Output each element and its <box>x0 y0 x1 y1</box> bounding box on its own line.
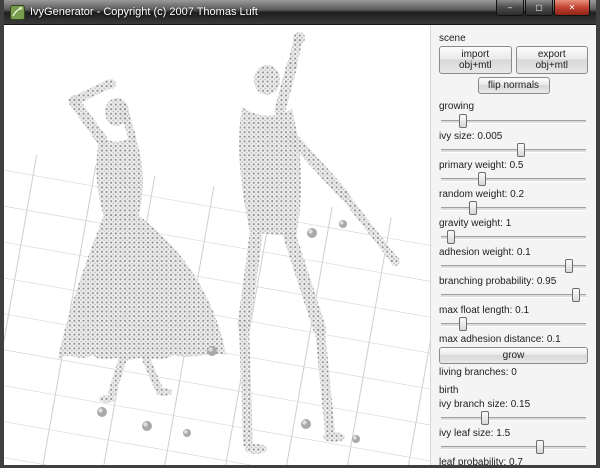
ivy-size-row: ivy size: 0.005 <box>439 131 588 157</box>
max-float-length-slider[interactable] <box>441 317 586 331</box>
growing-slider-handle[interactable] <box>458 114 467 128</box>
growing-slider[interactable] <box>441 114 586 128</box>
slider-groove <box>441 417 586 421</box>
leaf-probability-row: leaf probability: 0.7 <box>439 457 588 465</box>
gravity-weight-row: gravity weight: 1 <box>439 218 588 244</box>
maximize-button[interactable]: ▢ <box>525 0 553 16</box>
birth-label: birth <box>439 385 459 396</box>
viewport-canvas[interactable] <box>4 25 430 465</box>
window-controls: – ▢ ✕ <box>496 0 590 16</box>
adhesion-weight-slider-handle[interactable] <box>564 259 573 273</box>
branching-probability-label: branching probability: 0.95 <box>439 276 557 287</box>
adhesion-weight-slider[interactable] <box>441 259 586 273</box>
import-obj-mtl-button[interactable]: import obj+mtl <box>439 46 512 74</box>
adhesion-weight-row: adhesion weight: 0.1 <box>439 247 588 273</box>
adhesion-weight-label: adhesion weight: 0.1 <box>439 247 531 258</box>
gravity-weight-slider-handle[interactable] <box>447 230 456 244</box>
max-float-length-row: max float length: 0.1 <box>439 305 588 331</box>
viewport-3d[interactable] <box>4 25 430 465</box>
primary-weight-row: primary weight: 0.5 <box>439 160 588 186</box>
ivy-size-label: ivy size: 0.005 <box>439 131 503 142</box>
control-panel: scene import obj+mtl export obj+mtl flip… <box>430 25 596 465</box>
export-obj-mtl-button[interactable]: export obj+mtl <box>515 46 588 74</box>
ivy-leaf-size-label: ivy leaf size: 1.5 <box>439 428 511 439</box>
slider-groove <box>441 207 586 211</box>
primary-weight-slider-handle[interactable] <box>477 172 486 186</box>
ivy-branch-size-slider-handle[interactable] <box>480 411 489 425</box>
gravity-weight-slider[interactable] <box>441 230 586 244</box>
growing-sliders-group: ivy size: 0.005 primary weight: 0.5 random… <box>439 131 588 331</box>
grow-button[interactable]: grow <box>439 347 588 364</box>
scene-label: scene <box>439 33 466 44</box>
random-weight-slider[interactable] <box>441 201 586 215</box>
max-float-length-label: max float length: 0.1 <box>439 305 530 316</box>
ivy-leaf-size-slider[interactable] <box>441 440 586 454</box>
ivy-leaf-size-row: ivy leaf size: 1.5 <box>439 428 588 454</box>
ivy-leaf-size-slider-handle[interactable] <box>535 440 544 454</box>
growing-label: growing <box>439 101 475 112</box>
branching-probability-slider[interactable] <box>441 288 586 302</box>
primary-weight-slider[interactable] <box>441 172 586 186</box>
titlebar[interactable]: IvyGenerator - Copyright (c) 2007 Thomas… <box>4 0 596 25</box>
growing-row <box>439 114 588 128</box>
slider-groove <box>441 178 586 182</box>
slider-groove <box>441 446 586 450</box>
growing-slider-group <box>439 114 588 128</box>
random-weight-slider-handle[interactable] <box>468 201 477 215</box>
minimize-button[interactable]: – <box>496 0 524 16</box>
close-button[interactable]: ✕ <box>554 0 590 16</box>
max-adhesion-distance-label: max adhesion distance: 0.1 <box>439 334 561 345</box>
window-content: scene import obj+mtl export obj+mtl flip… <box>4 25 596 465</box>
branching-probability-row: branching probability: 0.95 <box>439 276 588 302</box>
birth-sliders-group: ivy branch size: 0.15 ivy leaf size: 1.5 l… <box>439 399 588 465</box>
ivy-branch-size-row: ivy branch size: 0.15 <box>439 399 588 425</box>
random-weight-label: random weight: 0.2 <box>439 189 525 200</box>
ivy-size-slider-handle[interactable] <box>516 143 525 157</box>
flip-normals-button[interactable]: flip normals <box>477 77 550 94</box>
leaf-probability-label: leaf probability: 0.7 <box>439 457 523 465</box>
slider-groove <box>441 294 586 298</box>
living-branches-label: living branches: 0 <box>439 367 517 378</box>
ivy-branch-size-label: ivy branch size: 0.15 <box>439 399 531 410</box>
branching-probability-slider-handle[interactable] <box>571 288 580 302</box>
ivy-size-slider[interactable] <box>441 143 586 157</box>
app-icon <box>10 4 25 20</box>
max-float-length-slider-handle[interactable] <box>458 317 467 331</box>
app-window: IvyGenerator - Copyright (c) 2007 Thomas… <box>0 0 600 468</box>
slider-groove <box>441 149 586 153</box>
random-weight-row: random weight: 0.2 <box>439 189 588 215</box>
primary-weight-label: primary weight: 0.5 <box>439 160 524 171</box>
slider-groove <box>441 236 586 240</box>
ivy-branch-size-slider[interactable] <box>441 411 586 425</box>
gravity-weight-label: gravity weight: 1 <box>439 218 512 229</box>
window-title: IvyGenerator - Copyright (c) 2007 Thomas… <box>30 6 258 18</box>
